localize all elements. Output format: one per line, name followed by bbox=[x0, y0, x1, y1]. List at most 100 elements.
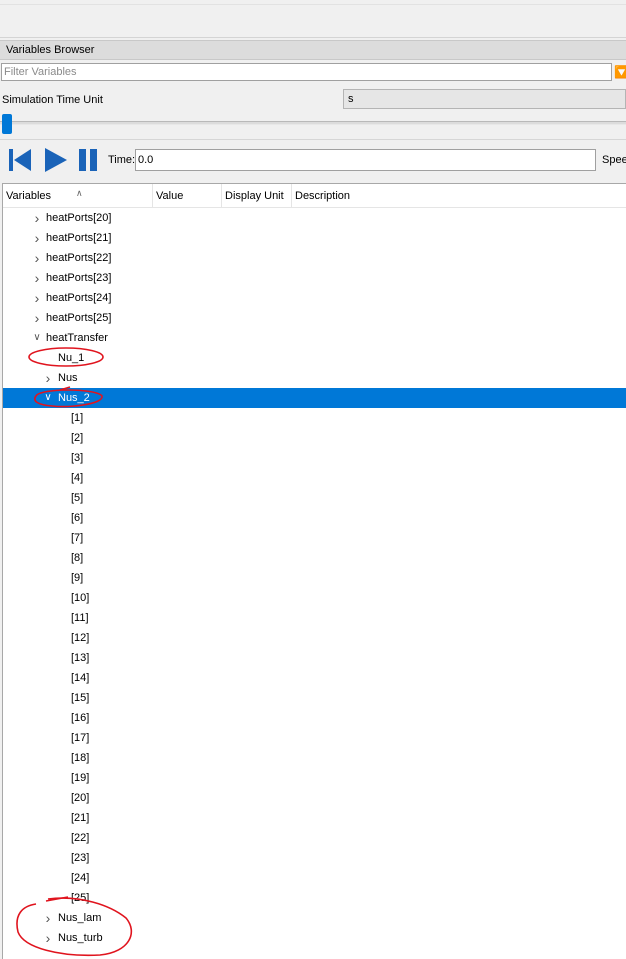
column-header-variables[interactable]: Variables ∧ bbox=[3, 184, 153, 208]
tree-row[interactable]: [23] bbox=[3, 848, 626, 868]
tree-row[interactable]: › heatPorts[23] bbox=[3, 268, 626, 288]
chevron-right-icon[interactable]: › bbox=[32, 248, 42, 268]
tree-row[interactable]: ∨ Nus_2 bbox=[3, 388, 626, 408]
tree-row-label: [7] bbox=[71, 532, 84, 544]
tree-row-label: [10] bbox=[71, 592, 90, 604]
chevron-right-icon[interactable]: › bbox=[32, 268, 42, 288]
tree-row-label: [14] bbox=[71, 672, 90, 684]
tree-row-label: [12] bbox=[71, 632, 90, 644]
tree-row[interactable]: › heatPorts[22] bbox=[3, 248, 626, 268]
tree-row-label: [17] bbox=[71, 732, 90, 744]
tree-row-label: heatPorts[22] bbox=[46, 252, 112, 264]
tree-row[interactable]: [16] bbox=[3, 708, 626, 728]
tree-row-label: heatPorts[20] bbox=[46, 212, 112, 224]
time-slider-track[interactable] bbox=[0, 121, 626, 125]
tree-row[interactable]: › Nus_turb bbox=[3, 928, 626, 948]
tree-row-label: [2] bbox=[71, 432, 84, 444]
chevron-right-icon[interactable]: › bbox=[32, 208, 42, 228]
chevron-right-icon[interactable]: › bbox=[32, 228, 42, 248]
tree-row[interactable]: Nu_1 bbox=[3, 348, 626, 368]
column-header-description[interactable]: Description bbox=[292, 184, 626, 208]
chevron-right-icon[interactable]: › bbox=[43, 368, 53, 388]
tree-row[interactable]: [21] bbox=[3, 808, 626, 828]
chevron-down-icon[interactable]: ∨ bbox=[32, 328, 42, 348]
chevron-right-icon[interactable]: › bbox=[43, 908, 53, 928]
variables-tree[interactable]: Variables ∧ Value Display Unit Descripti… bbox=[2, 183, 626, 959]
column-header-value[interactable]: Value bbox=[153, 184, 222, 208]
tree-row[interactable]: › heatPorts[20] bbox=[3, 208, 626, 228]
tree-row[interactable]: › Nus bbox=[3, 368, 626, 388]
tree-row-label: Nus_lam bbox=[58, 912, 102, 924]
tree-row-label: [18] bbox=[71, 752, 90, 764]
play-icon bbox=[45, 148, 67, 172]
time-input[interactable] bbox=[135, 149, 596, 171]
tree-row[interactable]: [22] bbox=[3, 828, 626, 848]
skip-to-start-button[interactable] bbox=[6, 146, 34, 174]
tree-row-label: heatPorts[25] bbox=[46, 312, 112, 324]
speed-label: Speed bbox=[602, 154, 626, 166]
chevron-down-icon[interactable]: ∨ bbox=[43, 388, 53, 408]
tree-row-label: [11] bbox=[71, 612, 89, 624]
tree-row[interactable]: › heatPorts[25] bbox=[3, 308, 626, 328]
tree-row-label: [4] bbox=[71, 472, 84, 484]
tree-row[interactable]: [12] bbox=[3, 628, 626, 648]
tree-row-label: [5] bbox=[71, 492, 84, 504]
tree-row-label: [16] bbox=[71, 712, 90, 724]
chevron-right-icon[interactable]: › bbox=[43, 928, 53, 948]
simulation-time-unit-select[interactable]: s bbox=[343, 89, 626, 109]
time-label: Time: bbox=[108, 154, 136, 166]
tree-row[interactable]: › heatPorts[21] bbox=[3, 228, 626, 248]
tree-row[interactable]: [8] bbox=[3, 548, 626, 568]
chevron-right-icon[interactable]: › bbox=[32, 308, 42, 328]
tree-row-label: [21] bbox=[71, 812, 90, 824]
tree-row[interactable]: [9] bbox=[3, 568, 626, 588]
tree-row[interactable]: [10] bbox=[3, 588, 626, 608]
tree-row[interactable]: ∨ heatTransfer bbox=[3, 328, 626, 348]
column-header-display-unit[interactable]: Display Unit bbox=[222, 184, 292, 208]
time-slider-handle[interactable] bbox=[2, 114, 12, 134]
tree-row-label: [9] bbox=[71, 572, 84, 584]
tree-row[interactable]: [13] bbox=[3, 648, 626, 668]
tree-row[interactable]: [25] bbox=[3, 888, 626, 908]
tree-row-label: [22] bbox=[71, 832, 90, 844]
tree-row-label: [15] bbox=[71, 692, 90, 704]
top-toolbar-strip bbox=[0, 0, 626, 38]
tree-row[interactable]: [2] bbox=[3, 428, 626, 448]
tree-row[interactable]: [4] bbox=[3, 468, 626, 488]
panel-title: Variables Browser bbox=[0, 40, 626, 60]
tree-row[interactable]: [6] bbox=[3, 508, 626, 528]
filter-variables-input[interactable] bbox=[1, 63, 612, 81]
filter-icon[interactable]: 🔽 bbox=[614, 64, 626, 80]
tree-row-label: heatPorts[23] bbox=[46, 272, 112, 284]
tree-row[interactable]: [17] bbox=[3, 728, 626, 748]
tree-row[interactable]: [24] bbox=[3, 868, 626, 888]
tree-row-label: heatPorts[24] bbox=[46, 292, 112, 304]
chevron-right-icon[interactable]: › bbox=[32, 288, 42, 308]
tree-row[interactable]: [20] bbox=[3, 788, 626, 808]
tree-row[interactable]: [5] bbox=[3, 488, 626, 508]
tree-row-label: [13] bbox=[71, 652, 90, 664]
tree-row-label: heatTransfer bbox=[46, 332, 108, 344]
tree-row[interactable]: [14] bbox=[3, 668, 626, 688]
pause-button[interactable] bbox=[76, 146, 104, 174]
tree-row-label: Nus_turb bbox=[58, 932, 103, 944]
tree-row[interactable]: [19] bbox=[3, 768, 626, 788]
tree-row-label: [6] bbox=[71, 512, 84, 524]
tree-row[interactable]: [3] bbox=[3, 448, 626, 468]
tree-header: Variables ∧ Value Display Unit Descripti… bbox=[3, 184, 626, 208]
tree-row[interactable]: [11] bbox=[3, 608, 626, 628]
tree-row[interactable]: [15] bbox=[3, 688, 626, 708]
tree-row-label: [25] bbox=[71, 892, 90, 904]
tree-row[interactable]: › heatPorts[24] bbox=[3, 288, 626, 308]
tree-row[interactable]: [7] bbox=[3, 528, 626, 548]
tree-row-label: heatPorts[21] bbox=[46, 232, 112, 244]
skip-to-start-icon bbox=[9, 149, 31, 171]
tree-row[interactable]: [18] bbox=[3, 748, 626, 768]
simulation-time-unit-label: Simulation Time Unit bbox=[2, 94, 103, 106]
play-button[interactable] bbox=[42, 146, 70, 174]
tree-row-label: Nus_2 bbox=[58, 392, 90, 404]
tree-row-label: Nus bbox=[58, 372, 78, 384]
tree-row[interactable]: › Nus_lam bbox=[3, 908, 626, 928]
tree-row[interactable]: [1] bbox=[3, 408, 626, 428]
pause-icon bbox=[79, 149, 97, 171]
